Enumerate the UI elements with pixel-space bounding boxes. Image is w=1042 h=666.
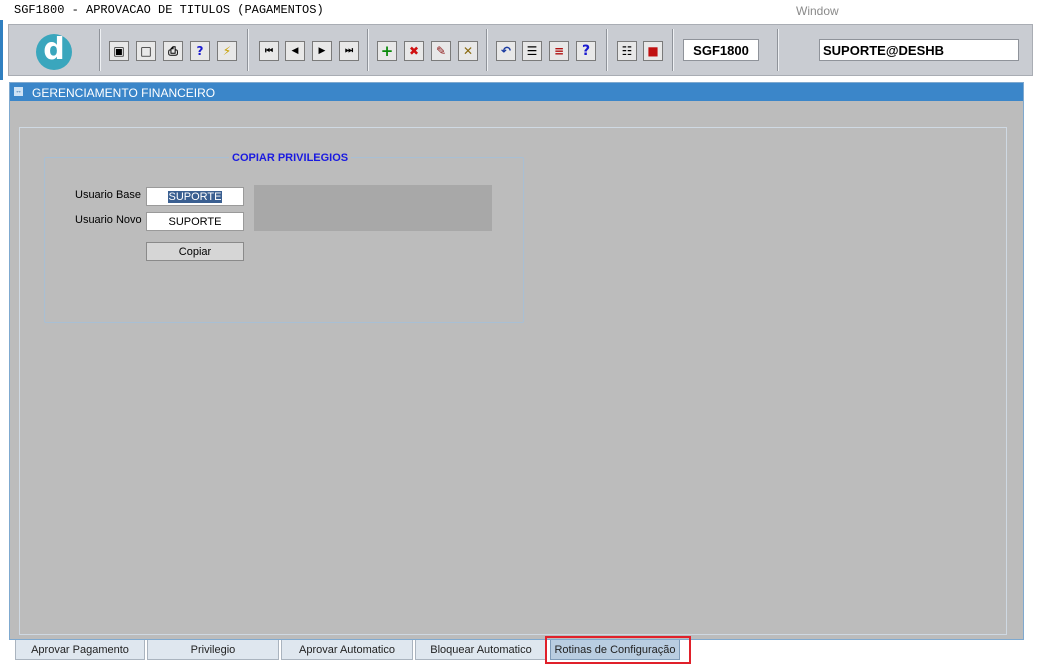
next-record-icon[interactable]: ▶ <box>312 41 332 61</box>
clear-record-icon[interactable]: ✕ <box>458 41 478 61</box>
toolbar-separator <box>606 29 607 71</box>
toolbar-separator <box>486 29 487 71</box>
new-user-input[interactable]: SUPORTE <box>146 212 244 231</box>
clipboard-icon[interactable]: ☰ <box>522 41 542 61</box>
menu-icon[interactable]: ☷ <box>617 41 637 61</box>
previous-record-icon[interactable]: ◀ <box>285 41 305 61</box>
info-area <box>254 185 492 231</box>
print-icon[interactable]: ⎙ <box>163 41 183 61</box>
panel-title: GERENCIAMENTO FINANCEIRO <box>32 86 216 100</box>
toolbar-separator <box>672 29 673 71</box>
tab-privilegio[interactable]: Privilegio <box>147 640 279 660</box>
tab-bloquear-automatico[interactable]: Bloquear Automatico <box>415 640 547 660</box>
delete-record-icon[interactable]: ✖ <box>404 41 424 61</box>
edit-record-icon[interactable]: ✎ <box>431 41 451 61</box>
tab-highlight-box <box>545 636 691 664</box>
form-code-field: SGF1800 <box>683 39 759 61</box>
base-user-input[interactable]: SUPORTE <box>146 187 244 206</box>
window-title: SGF1800 - APROVACAO DE TITULOS (PAGAMENT… <box>14 3 324 17</box>
panel-restore-icon[interactable]: ↔ <box>14 87 23 96</box>
execute-query-icon[interactable]: ⚡ <box>217 41 237 61</box>
menu-window[interactable]: Window <box>796 4 839 18</box>
toolbar-separator <box>777 29 778 71</box>
copy-button[interactable]: Copiar <box>146 242 244 261</box>
toolbar: d ▣ □ ⎙ ? ⚡ ⏮ ◀ ▶ ⏭ + ✖ ✎ ✕ ↶ ☰ ≡ ? ☷ ■ … <box>8 24 1033 76</box>
copy-privileges-title: COPIAR PRIVILEGIOS <box>229 152 352 164</box>
window-icon[interactable]: □ <box>136 41 156 61</box>
toolbar-separator <box>367 29 368 71</box>
panel-header: ↔ GERENCIAMENTO FINANCEIRO <box>10 83 1023 101</box>
tab-bar: Aprovar Pagamento Privilegio Aprovar Aut… <box>11 640 1023 662</box>
help-icon[interactable]: ? <box>576 41 596 61</box>
first-record-icon[interactable]: ⏮ <box>259 41 279 61</box>
toolbar-separator <box>247 29 248 71</box>
app-logo-icon: d <box>36 34 72 70</box>
exit-icon[interactable]: ■ <box>643 41 663 61</box>
tab-aprovar-automatico[interactable]: Aprovar Automatico <box>281 640 413 660</box>
user-connection-field: SUPORTE@DESHB <box>819 39 1019 61</box>
last-record-icon[interactable]: ⏭ <box>339 41 359 61</box>
save-icon[interactable]: ▣ <box>109 41 129 61</box>
copy-privileges-frame: COPIAR PRIVILEGIOS Usuario Base SUPORTE … <box>44 152 524 323</box>
help-query-icon[interactable]: ? <box>190 41 210 61</box>
toolbar-separator <box>99 29 100 71</box>
base-user-label: Usuario Base <box>75 189 142 201</box>
title-bar: SGF1800 - APROVACAO DE TITULOS (PAGAMENT… <box>0 0 1042 20</box>
tab-aprovar-pagamento[interactable]: Aprovar Pagamento <box>15 640 145 660</box>
list-values-icon[interactable]: ≡ <box>549 41 569 61</box>
insert-record-icon[interactable]: + <box>377 41 397 61</box>
undo-icon[interactable]: ↶ <box>496 41 516 61</box>
new-user-label: Usuario Novo <box>75 214 142 226</box>
main-panel: ↔ GERENCIAMENTO FINANCEIRO COPIAR PRIVIL… <box>9 82 1024 640</box>
